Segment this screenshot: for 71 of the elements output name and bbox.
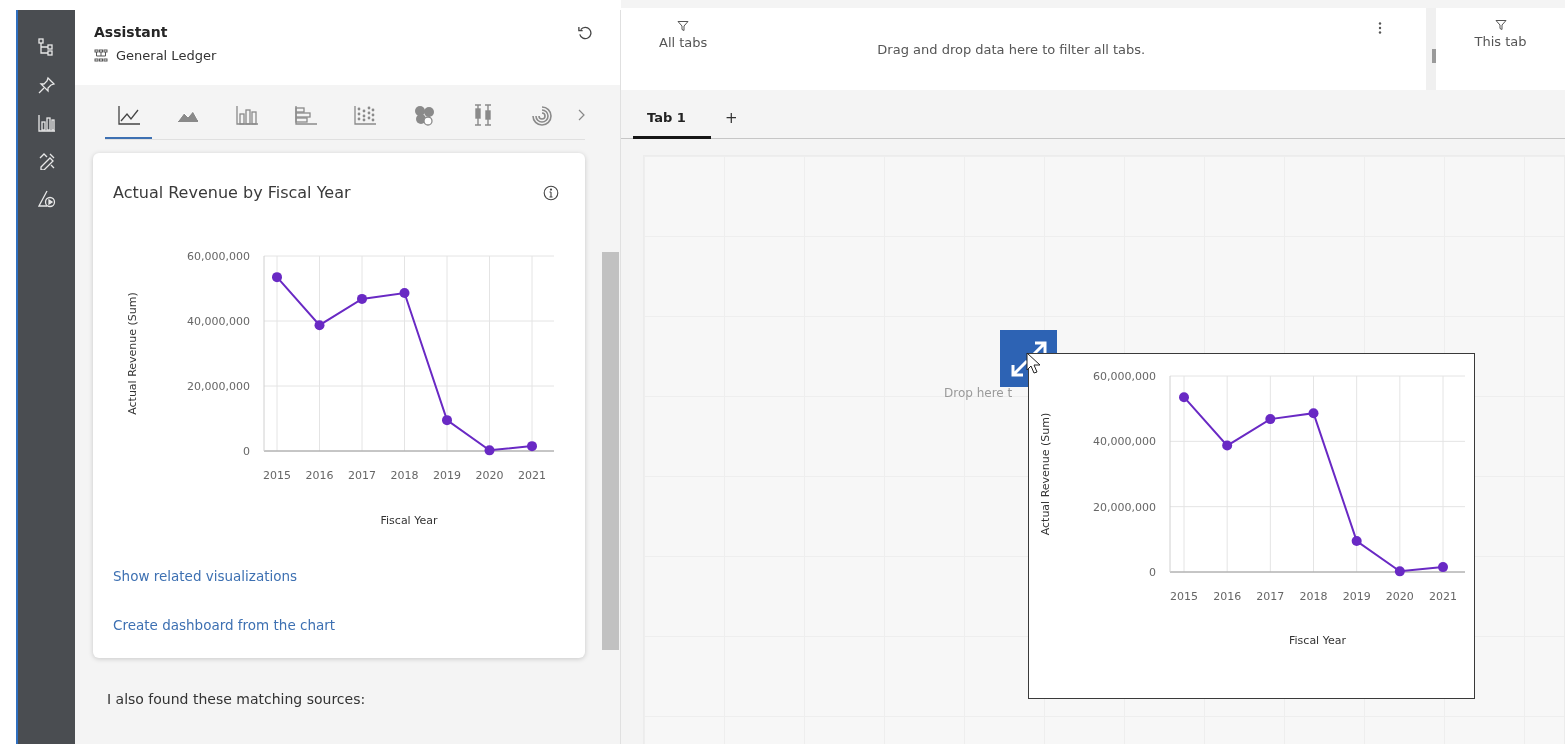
horizontal-bar-icon: [293, 103, 318, 126]
data-point: [527, 441, 537, 452]
axis-label: 2021: [518, 469, 546, 482]
edit-tools-icon[interactable]: [37, 152, 56, 170]
axis-label: 40,000,000: [187, 315, 250, 328]
data-point: [1438, 562, 1448, 573]
panel-title: Assistant: [94, 24, 168, 40]
data-point: [442, 415, 452, 426]
data-point: [1222, 440, 1233, 451]
radial-chart-icon: [529, 103, 554, 126]
axis-label: 0: [243, 445, 250, 458]
axis-label: 2015: [263, 469, 291, 482]
axis-label: 60,000,000: [187, 250, 250, 263]
axis-label: 2019: [433, 469, 461, 482]
hierarchy-icon[interactable]: [37, 38, 56, 56]
axis-label: 40,000,000: [1093, 435, 1156, 449]
axis-label: 2019: [1342, 590, 1371, 603]
axis-label: 2020: [475, 469, 504, 482]
axis-label: 2017: [1256, 590, 1285, 603]
axis-label: 20,000,000: [1093, 500, 1156, 514]
line-chart-icon: [116, 103, 141, 126]
axis-label: 2016: [1213, 590, 1242, 603]
axis-label: 2018: [390, 469, 419, 482]
filter-label: This tab: [1474, 34, 1527, 49]
scatter-chart-icon: [352, 103, 377, 126]
source-name: General Ledger: [116, 48, 217, 63]
data-point: [399, 288, 410, 299]
data-point: [1394, 566, 1405, 577]
axis-label: 2020: [1385, 590, 1414, 603]
axis-title: Fiscal Year: [380, 514, 438, 527]
pin-icon[interactable]: [37, 76, 56, 94]
axis-label: 2017: [348, 469, 376, 482]
filter-hint: Drag and drop data here to filter all tabs.: [877, 42, 1146, 57]
axis-title: Actual Revenue (Sum): [1039, 412, 1052, 536]
axis-title: Fiscal Year: [1289, 634, 1346, 647]
data-point: [1308, 408, 1319, 419]
bar-chart-icon[interactable]: [37, 114, 56, 132]
filter-label: All tabs: [659, 35, 708, 50]
tab[interactable]: Tab 1: [633, 99, 711, 139]
drop-hint: Drop here t: [944, 386, 1013, 400]
data-point: [1351, 535, 1362, 546]
filter-icon: [677, 20, 690, 32]
overflow-menu-icon[interactable]: [1378, 22, 1382, 34]
link[interactable]: Create dashboard from the chart: [113, 617, 336, 633]
axis-title: Actual Revenue (Sum): [126, 292, 139, 415]
info-icon[interactable]: [543, 184, 559, 201]
axis-label: 0: [1149, 566, 1156, 579]
add-tab-button[interactable]: +: [711, 98, 752, 138]
data-source-icon: [94, 48, 108, 63]
data-point: [272, 272, 282, 283]
axis-label: 2021: [1429, 590, 1457, 603]
bar-chart-icon: [234, 103, 259, 126]
data-point: [1265, 414, 1276, 425]
filter-area[interactable]: This tab: [1436, 8, 1565, 90]
play-chart-icon[interactable]: [37, 190, 56, 208]
link[interactable]: Show related visualizations: [113, 568, 298, 584]
filter-icon: [1494, 19, 1507, 31]
axis-label: 2016: [305, 469, 334, 482]
axis-label: 20,000,000: [187, 380, 250, 393]
axis-label: 2018: [1299, 590, 1328, 603]
data-point: [314, 320, 325, 331]
card-title: Actual Revenue by Fiscal Year: [113, 183, 351, 202]
resize-handle-icon[interactable]: [1432, 49, 1436, 63]
message-text: I also found these matching sources:: [106, 691, 367, 707]
data-point: [1179, 392, 1189, 403]
axis-label: 60,000,000: [1093, 370, 1156, 383]
chevron-right-icon[interactable]: [577, 109, 585, 121]
axis-label: 2015: [1170, 590, 1198, 603]
data-point: [484, 445, 495, 456]
data-point: [357, 293, 367, 304]
reset-icon[interactable]: [577, 24, 592, 40]
